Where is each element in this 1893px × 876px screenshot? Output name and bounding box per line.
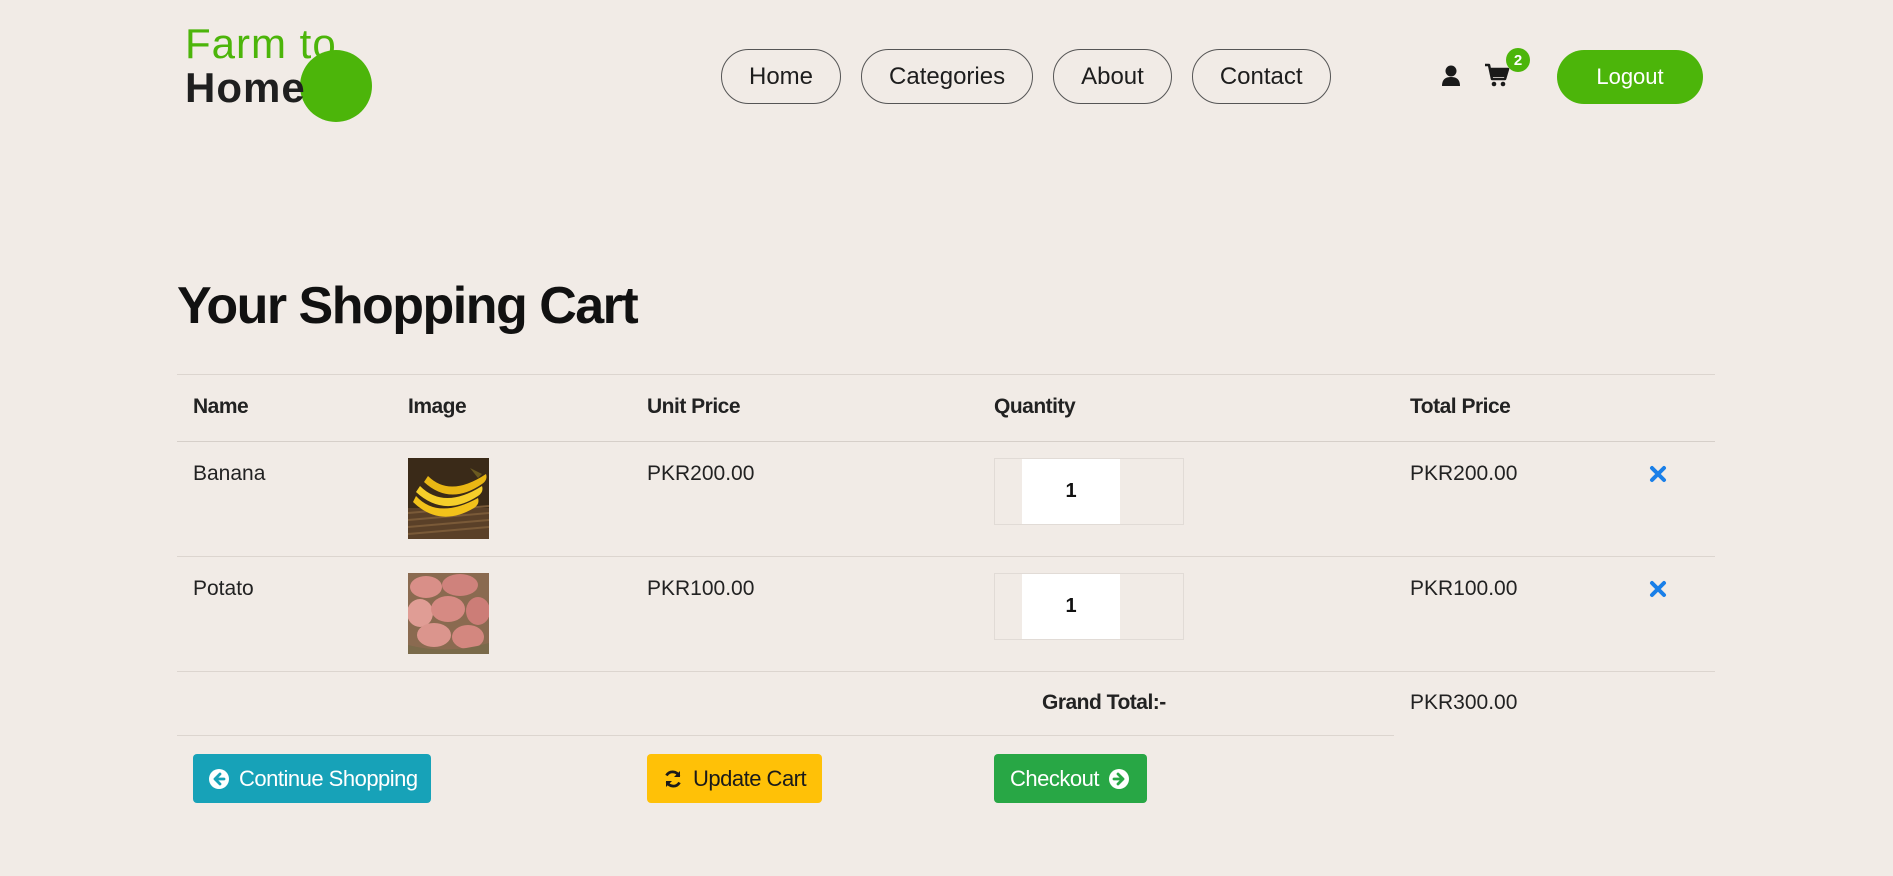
grand-total-value: PKR300.00 [1410, 691, 1518, 714]
nav-about[interactable]: About [1053, 49, 1172, 104]
continue-shopping-label: Continue Shopping [239, 765, 418, 791]
nav-home[interactable]: Home [721, 49, 842, 104]
logout-button[interactable]: Logout [1557, 50, 1703, 104]
nav-contact[interactable]: Contact [1191, 49, 1331, 104]
checkout-label: Checkout [1010, 765, 1099, 791]
update-cart-label: Update Cart [693, 765, 807, 791]
logo-line-1: Farm to [185, 20, 337, 67]
product-image-potato [408, 573, 489, 654]
update-cart-button[interactable]: Update Cart [647, 754, 822, 803]
header-quantity: Quantity [994, 395, 1076, 418]
quantity-stepper: 1 [994, 573, 1184, 640]
remove-icon[interactable] [1649, 465, 1667, 483]
continue-shopping-button[interactable]: Continue Shopping [193, 754, 431, 803]
table-top-border [177, 374, 1715, 375]
product-image-banana [408, 458, 489, 539]
cart-count-badge: 2 [1506, 48, 1530, 72]
refresh-icon [665, 770, 681, 787]
checkout-button[interactable]: Checkout [994, 754, 1147, 803]
page-title: Your Shopping Cart [177, 277, 639, 335]
item-unit-price: PKR200.00 [647, 462, 755, 485]
brand-logo[interactable]: Farm to Home [185, 22, 385, 127]
row-divider [177, 556, 1715, 557]
item-unit-price: PKR100.00 [647, 577, 755, 600]
quantity-input[interactable]: 1 [1022, 459, 1120, 524]
header-image: Image [408, 395, 467, 418]
arrow-right-circle-icon [1108, 768, 1129, 789]
item-total-price: PKR100.00 [1410, 577, 1518, 600]
header-total-price: Total Price [1410, 395, 1511, 418]
header-divider [177, 441, 1715, 442]
grand-total-label: Grand Total:- [1042, 691, 1166, 714]
item-total-price: PKR200.00 [1410, 462, 1518, 485]
user-icon[interactable] [1440, 64, 1462, 88]
header-name: Name [193, 395, 249, 418]
header-unit-price: Unit Price [647, 395, 741, 418]
remove-icon[interactable] [1649, 580, 1667, 598]
quantity-stepper: 1 [994, 458, 1184, 525]
item-name: Potato [193, 577, 254, 600]
row-divider [177, 671, 1715, 672]
item-name: Banana [193, 462, 266, 485]
arrow-left-circle-icon [209, 768, 229, 789]
logo-line-2: Home [185, 64, 306, 111]
quantity-input[interactable]: 1 [1022, 574, 1120, 639]
main-nav: Home Categories About Contact [721, 49, 1331, 104]
total-divider [177, 735, 1394, 736]
nav-categories[interactable]: Categories [861, 49, 1034, 104]
cart-icon[interactable] [1484, 62, 1510, 88]
